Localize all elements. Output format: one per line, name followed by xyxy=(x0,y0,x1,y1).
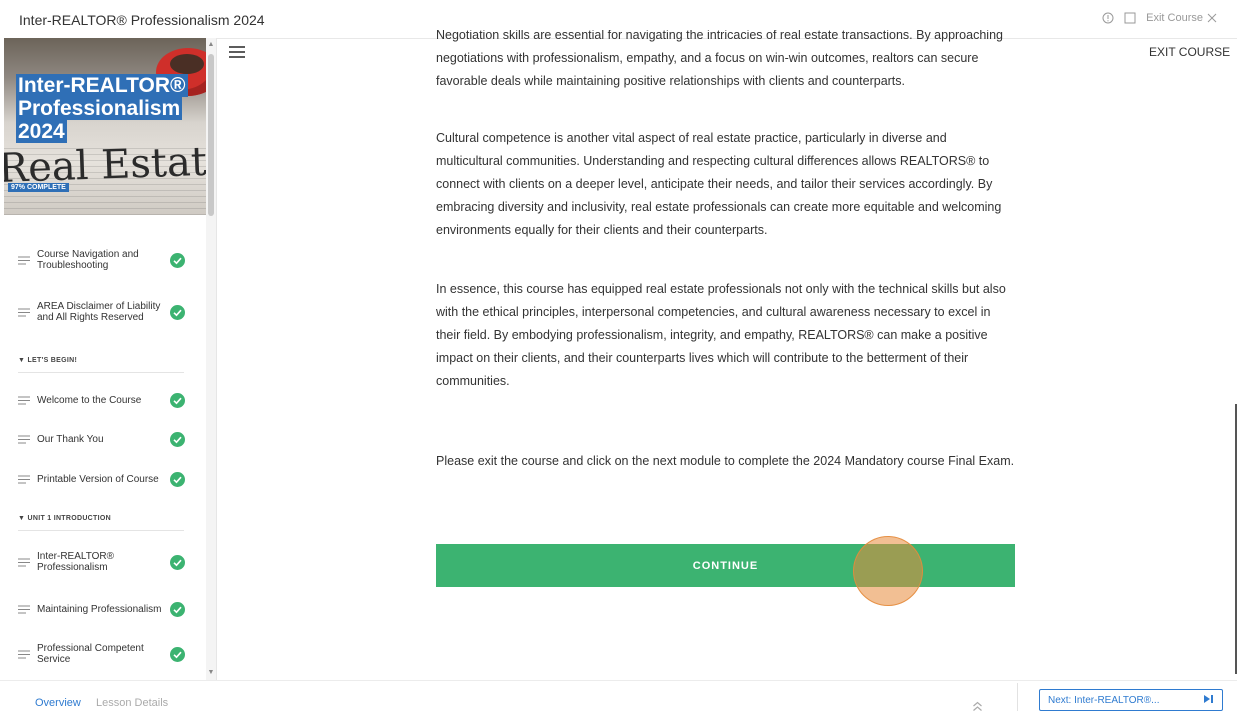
footer-divider xyxy=(1017,683,1018,711)
check-circle-icon xyxy=(170,602,185,617)
sidebar-item-area-disclaimer[interactable]: AREA Disclaimer of Liability and All Rig… xyxy=(18,301,192,323)
section-label: LET'S BEGIN! xyxy=(27,357,78,364)
top-controls: Exit Course xyxy=(1102,12,1217,24)
sidebar-item-welcome[interactable]: Welcome to the Course xyxy=(18,393,192,408)
course-hero-image: Real Estate Inter-REALTOR® Professionali… xyxy=(4,38,206,215)
tab-lesson-details[interactable]: Lesson Details xyxy=(96,697,168,709)
lines-icon xyxy=(18,396,30,405)
check-circle-icon xyxy=(170,646,185,662)
sidebar-scrollbar[interactable]: ▲ ▼ xyxy=(206,38,216,680)
skip-next-icon xyxy=(1203,691,1214,709)
lines-icon xyxy=(18,558,30,566)
scroll-up-arrow-icon[interactable]: ▲ xyxy=(206,40,216,50)
info-icon[interactable] xyxy=(1102,12,1114,24)
sidebar-item-printable-version[interactable]: Printable Version of Course xyxy=(18,472,192,487)
scroll-down-arrow-icon[interactable]: ▼ xyxy=(206,668,216,678)
chevron-double-up-icon[interactable] xyxy=(972,699,983,717)
lines-icon xyxy=(18,435,30,444)
sidebar-item-label: Professional Competent Service xyxy=(37,643,144,665)
lesson-paragraph: In essence, this course has equipped rea… xyxy=(436,282,1006,388)
hero-title-line-1: Inter-REALTOR® xyxy=(16,74,188,97)
lesson-paragraph: Please exit the course and click on the … xyxy=(436,454,1015,468)
progress-badge: 97% COMPLETE xyxy=(8,183,69,192)
sidebar-item-label: Inter-REALTOR® Professionalism xyxy=(37,551,115,573)
sidebar-item-maintaining-professionalism[interactable]: Maintaining Professionalism xyxy=(18,602,192,617)
sidebar-item-inter-realtor[interactable]: Inter-REALTOR® Professionalism xyxy=(18,551,192,573)
coffee-decor xyxy=(170,54,204,74)
sidebar-item-label: Maintaining Professionalism xyxy=(37,604,162,615)
check-circle-icon xyxy=(170,472,185,487)
square-icon[interactable] xyxy=(1124,12,1136,24)
course-title: Inter-REALTOR® Professionalism 2024 xyxy=(19,12,265,28)
section-label: UNIT 1 INTRODUCTION xyxy=(27,515,111,522)
lines-icon xyxy=(18,308,30,316)
lines-icon xyxy=(18,475,30,484)
hamburger-menu-icon[interactable] xyxy=(229,45,245,63)
exit-course-top-button[interactable]: Exit Course xyxy=(1146,12,1217,24)
bottom-bar: Overview Lesson Details Next: Inter-REAL… xyxy=(0,680,1237,712)
check-circle-icon xyxy=(170,393,185,408)
check-circle-icon xyxy=(170,252,185,268)
sidebar-item-label: Welcome to the Course xyxy=(37,395,142,406)
section-header-unit-1[interactable]: ▼ UNIT 1 INTRODUCTION xyxy=(18,515,184,531)
exit-course-link[interactable]: EXIT COURSE xyxy=(1149,45,1230,59)
section-header-lets-begin[interactable]: ▼ LET'S BEGIN! xyxy=(18,357,184,373)
sidebar-item-thank-you[interactable]: Our Thank You xyxy=(18,432,192,447)
check-circle-icon xyxy=(170,432,185,447)
sidebar-item-label: Printable Version of Course xyxy=(37,474,159,485)
lesson-paragraph: Negotiation skills are essential for nav… xyxy=(436,28,1003,88)
lines-icon xyxy=(18,605,30,614)
scrollbar-thumb[interactable] xyxy=(208,54,214,216)
sidebar: Real Estate Inter-REALTOR® Professionali… xyxy=(0,38,217,680)
hero-title-line-3: 2024 xyxy=(16,120,67,143)
hero-title-line-2: Professionalism xyxy=(16,97,183,120)
sidebar-item-course-navigation[interactable]: Course Navigation and Troubleshooting xyxy=(18,249,192,271)
continue-button[interactable]: CONTINUE xyxy=(436,544,1015,587)
check-circle-icon xyxy=(170,304,185,320)
hero-course-title: Inter-REALTOR® Professionalism 2024 xyxy=(16,74,201,143)
sidebar-item-label: AREA Disclaimer of Liability and All Rig… xyxy=(37,301,161,323)
lesson-paragraph: Cultural competence is another vital asp… xyxy=(436,131,1002,237)
lines-icon xyxy=(18,256,30,264)
exit-course-top-label: Exit Course xyxy=(1146,12,1203,24)
check-circle-icon xyxy=(170,554,185,570)
tab-overview[interactable]: Overview xyxy=(35,697,81,709)
sidebar-item-label: Course Navigation and Troubleshooting xyxy=(37,249,139,271)
next-lesson-label: Next: Inter-REALTOR®... xyxy=(1048,694,1160,706)
close-icon xyxy=(1207,13,1217,23)
lines-icon xyxy=(18,650,30,658)
sidebar-item-label: Our Thank You xyxy=(37,434,104,445)
next-lesson-button[interactable]: Next: Inter-REALTOR®... xyxy=(1039,689,1223,711)
sidebar-item-professional-competent-service[interactable]: Professional Competent Service xyxy=(18,643,192,665)
